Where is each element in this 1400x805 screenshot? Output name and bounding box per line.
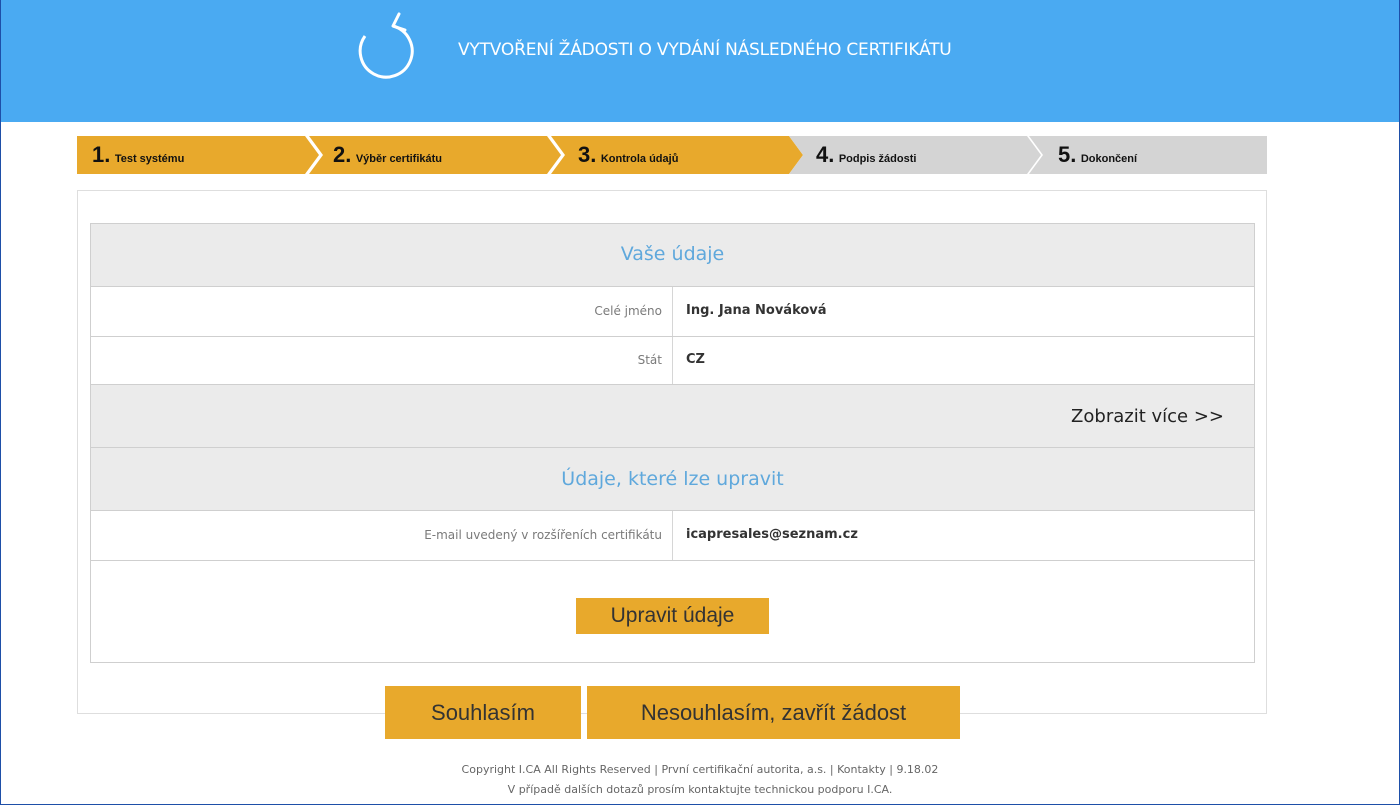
show-more-link[interactable]: Zobrazit více >> — [1071, 406, 1224, 427]
field-label: Stát — [637, 353, 662, 367]
section-heading: Údaje, které lze upravit — [561, 468, 784, 490]
footer-copyright: Copyright I.CA All Rights Reserved | Prv… — [461, 763, 939, 776]
step-label: Podpis žádosti — [838, 153, 917, 165]
section-your-data: Vaše údaje — [91, 224, 1254, 287]
step-1: 1. Test systému — [77, 136, 319, 174]
step-3: 3. Kontrola údajů — [551, 136, 803, 174]
field-row-email: E-mail uvedený v rozšířeních certifikátu… — [91, 511, 1254, 561]
field-row-name: Celé jméno Ing. Jana Nováková — [91, 287, 1254, 337]
step-4: 4. Podpis žádosti — [789, 136, 1041, 174]
disagree-close-button[interactable]: Nesouhlasím, zavřít žádost — [587, 686, 960, 739]
show-more-row: Zobrazit více >> — [91, 385, 1254, 448]
field-divider — [672, 287, 673, 336]
step-label: Dokončení — [1080, 153, 1138, 165]
edit-data-button[interactable]: Upravit údaje — [576, 598, 769, 634]
field-value: icapresales@seznam.cz — [686, 527, 858, 542]
field-label: E-mail uvedený v rozšířeních certifikátu — [424, 528, 662, 542]
data-table: Vaše údaje Celé jméno Ing. Jana Nováková… — [90, 223, 1255, 663]
field-value: CZ — [686, 352, 705, 367]
step-label: Test systému — [114, 153, 185, 165]
step-number: 1. — [92, 142, 111, 167]
page-title: VYTVOŘENÍ ŽÁDOSTI O VYDÁNÍ NÁSLEDNÉHO CE… — [458, 40, 952, 60]
step-number: 4. — [816, 142, 835, 167]
field-row-country: Stát CZ — [91, 337, 1254, 385]
step-number: 2. — [333, 142, 352, 167]
step-label: Výběr certifikátu — [355, 153, 443, 165]
step-2: 2. Výběr certifikátu — [309, 136, 561, 174]
field-label: Celé jméno — [594, 304, 662, 318]
step-label: Kontrola údajů — [600, 153, 679, 165]
field-divider — [672, 337, 673, 384]
page-header: VYTVOŘENÍ ŽÁDOSTI O VYDÁNÍ NÁSLEDNÉHO CE… — [0, 0, 1400, 122]
step-5: 5. Dokončení — [1029, 136, 1267, 174]
step-number: 5. — [1058, 142, 1077, 167]
step-number: 3. — [578, 142, 597, 167]
field-value: Ing. Jana Nováková — [686, 303, 827, 318]
section-editable: Údaje, které lze upravit — [91, 448, 1254, 511]
progress-steps: 1. Test systému 2. Výběr certifikátu 3. … — [77, 136, 1267, 174]
section-heading: Vaše údaje — [620, 243, 725, 265]
page-footer: Copyright I.CA All Rights Reserved | Prv… — [0, 760, 1400, 800]
footer-support-note: V případě dalších dotazů prosím kontaktu… — [507, 783, 893, 796]
agree-button[interactable]: Souhlasím — [385, 686, 581, 739]
field-divider — [672, 511, 673, 560]
refresh-arrow-icon — [358, 12, 414, 79]
